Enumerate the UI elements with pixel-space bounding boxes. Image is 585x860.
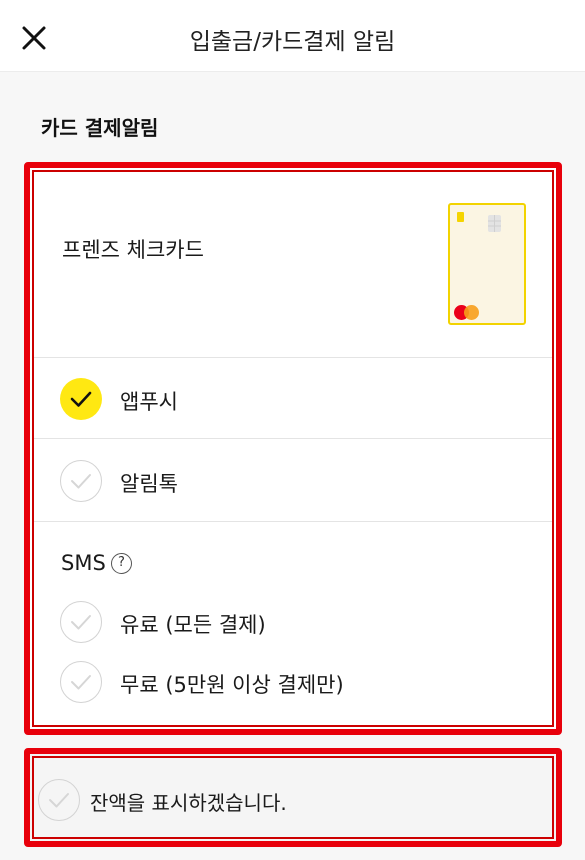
check-icon xyxy=(71,474,91,489)
help-icon[interactable]: ? xyxy=(111,553,132,574)
card-header: 프렌즈 체크카드 xyxy=(34,172,552,358)
balance-option-panel-inner: 잔액을 표시하겠습니다. xyxy=(32,756,554,839)
divider xyxy=(34,357,552,358)
sms-free-label[interactable]: 무료 (5만원 이상 결제만) xyxy=(120,669,344,699)
card-name: 프렌즈 체크카드 xyxy=(62,238,204,262)
card-image xyxy=(448,203,526,325)
sms-paid-checkbox[interactable] xyxy=(60,601,102,643)
check-icon xyxy=(49,793,69,808)
sms-label: SMS xyxy=(61,551,106,575)
card-notification-panel-inner: 프렌즈 체크카드 앱푸시 알림톡 SMS ? 유료 (모든 결제) 무료 (5만… xyxy=(32,170,554,727)
section-title: 카드 결제알림 xyxy=(41,116,159,140)
top-bar: 입출금/카드결제 알림 xyxy=(0,0,585,72)
sms-free-checkbox[interactable] xyxy=(60,661,102,703)
mastercard-logo-orange xyxy=(464,305,479,320)
check-icon xyxy=(71,615,91,630)
balance-label[interactable]: 잔액을 표시하겠습니다. xyxy=(90,787,287,816)
app-push-checkbox[interactable] xyxy=(60,378,102,420)
balance-checkbox[interactable] xyxy=(38,779,80,821)
check-icon xyxy=(71,675,91,690)
app-push-label[interactable]: 앱푸시 xyxy=(120,386,178,416)
sms-paid-label[interactable]: 유료 (모든 결제) xyxy=(120,609,266,639)
divider xyxy=(34,521,552,522)
divider xyxy=(34,438,552,439)
check-icon xyxy=(70,391,92,407)
balance-option-panel: 잔액을 표시하겠습니다. xyxy=(24,748,562,847)
card-logo-mark xyxy=(457,212,464,222)
card-chip-icon xyxy=(488,215,501,232)
alimtalk-checkbox[interactable] xyxy=(60,460,102,502)
alimtalk-label[interactable]: 알림톡 xyxy=(120,468,178,498)
page-title: 입출금/카드결제 알림 xyxy=(189,29,396,55)
card-notification-panel: 프렌즈 체크카드 앱푸시 알림톡 SMS ? 유료 (모든 결제) 무료 (5만… xyxy=(24,162,562,735)
